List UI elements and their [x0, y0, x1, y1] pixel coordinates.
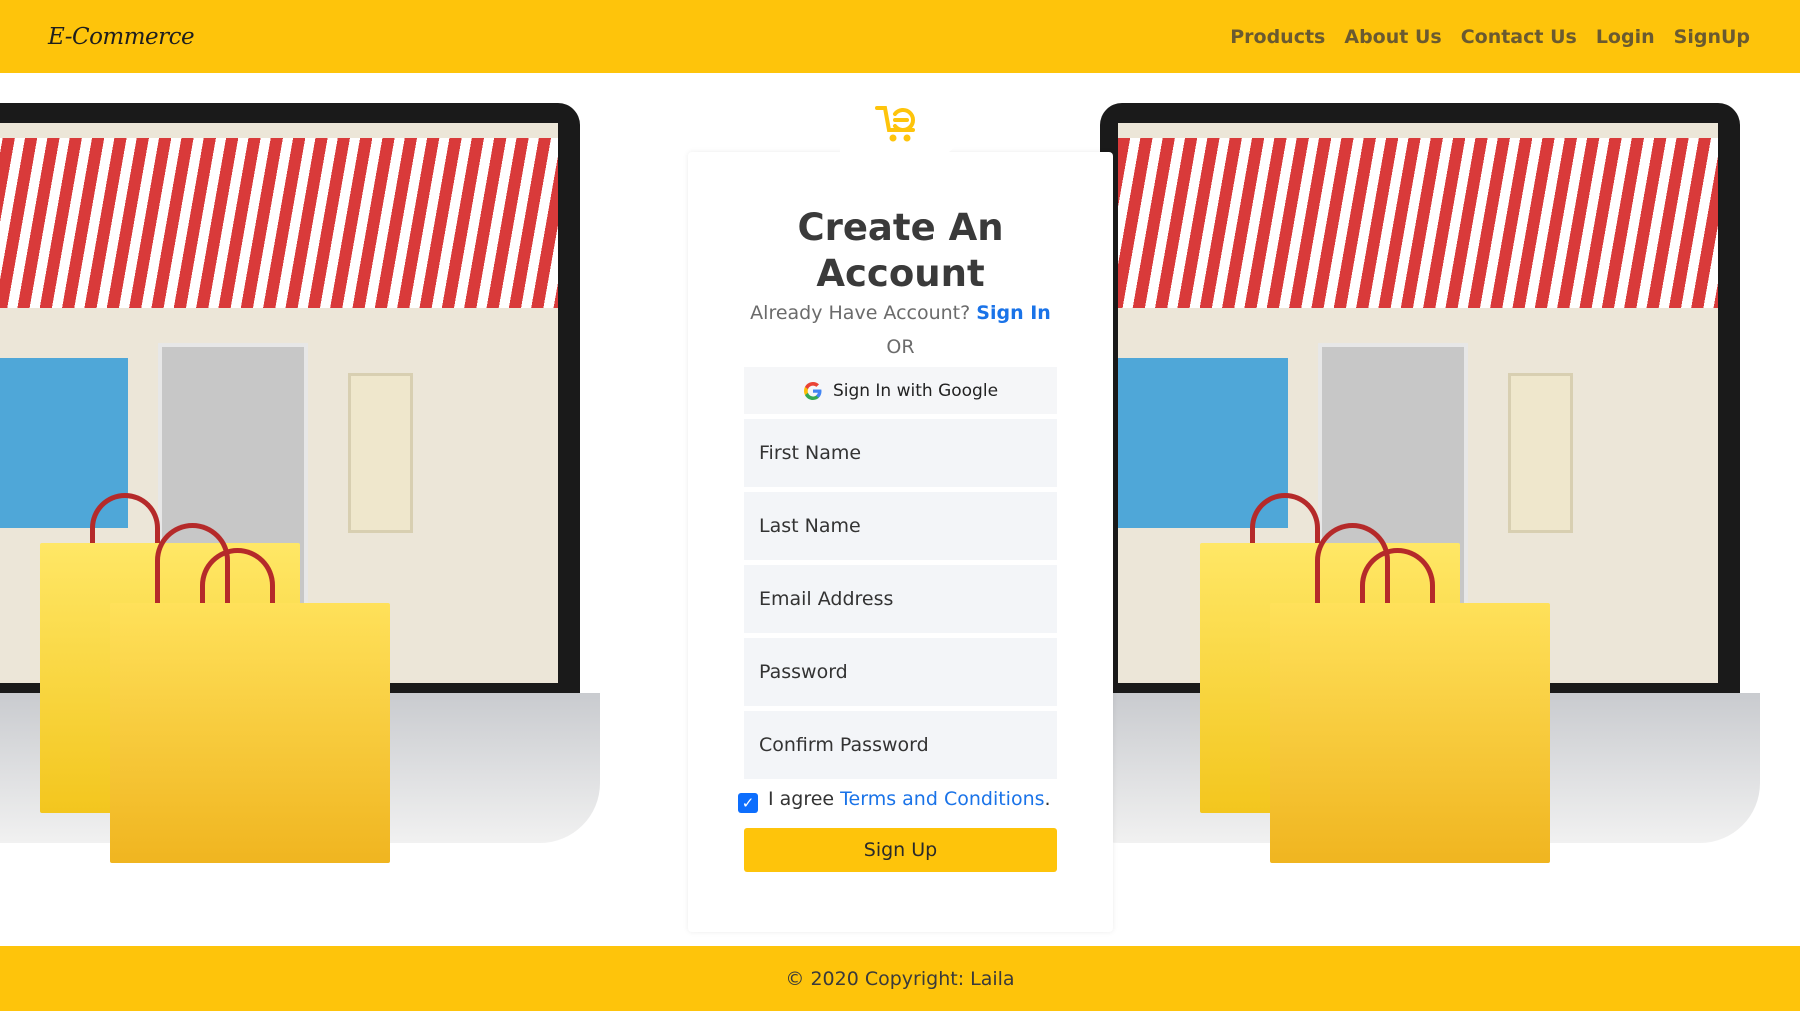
shop-laptop-illustration-right [1060, 103, 1760, 883]
email-field[interactable] [744, 565, 1057, 633]
have-account-text: Already Have Account? [750, 302, 971, 324]
nav-contact-us[interactable]: Contact Us [1461, 26, 1577, 48]
shop-laptop-illustration-left [0, 103, 600, 883]
sign-up-button[interactable]: Sign Up [744, 828, 1057, 872]
confirm-password-field[interactable] [744, 711, 1057, 779]
terms-checkbox[interactable]: ✓ [738, 793, 758, 813]
first-name-field[interactable] [744, 419, 1057, 487]
nav-about-us[interactable]: About Us [1344, 26, 1441, 48]
footer-copyright: © 2020 Copyright: Laila [785, 967, 1015, 990]
google-sign-in-button[interactable]: Sign In with Google [744, 367, 1057, 414]
navbar: E-Commerce Products About Us Contact Us … [0, 0, 1800, 73]
agree-text: I agree [768, 788, 835, 810]
brand-logo[interactable]: E-Commerce [48, 24, 195, 50]
page-title-line-2: Account [816, 252, 985, 295]
sign-in-link[interactable]: Sign In [976, 302, 1051, 324]
striped-awning [0, 138, 558, 308]
terms-period: . [1044, 788, 1051, 810]
shopping-bag [1270, 603, 1550, 863]
terms-link[interactable]: Terms and Conditions [840, 788, 1044, 810]
page-title-line-1: Create An [797, 206, 1004, 249]
google-icon [803, 381, 822, 400]
nav-products[interactable]: Products [1230, 26, 1325, 48]
password-field[interactable] [744, 638, 1057, 706]
or-divider: OR [886, 336, 915, 358]
cart-logo-icon [875, 106, 915, 142]
wall-panel [348, 373, 413, 533]
last-name-field[interactable] [744, 492, 1057, 560]
terms-agreement-row: ✓ I agree Terms and Conditions. [738, 785, 1051, 813]
google-button-label: Sign In with Google [832, 380, 999, 401]
nav-links: Products About Us Contact Us Login SignU… [1230, 26, 1750, 48]
nav-signup[interactable]: SignUp [1674, 26, 1750, 48]
have-account-row: Already Have Account? Sign In [688, 302, 1113, 324]
nav-login[interactable]: Login [1596, 26, 1655, 48]
striped-awning [1118, 138, 1718, 308]
page-title: Create An Account [688, 205, 1113, 297]
shopping-bag [110, 603, 390, 863]
wall-panel [1508, 373, 1573, 533]
footer: © 2020 Copyright: Laila [0, 946, 1800, 1011]
